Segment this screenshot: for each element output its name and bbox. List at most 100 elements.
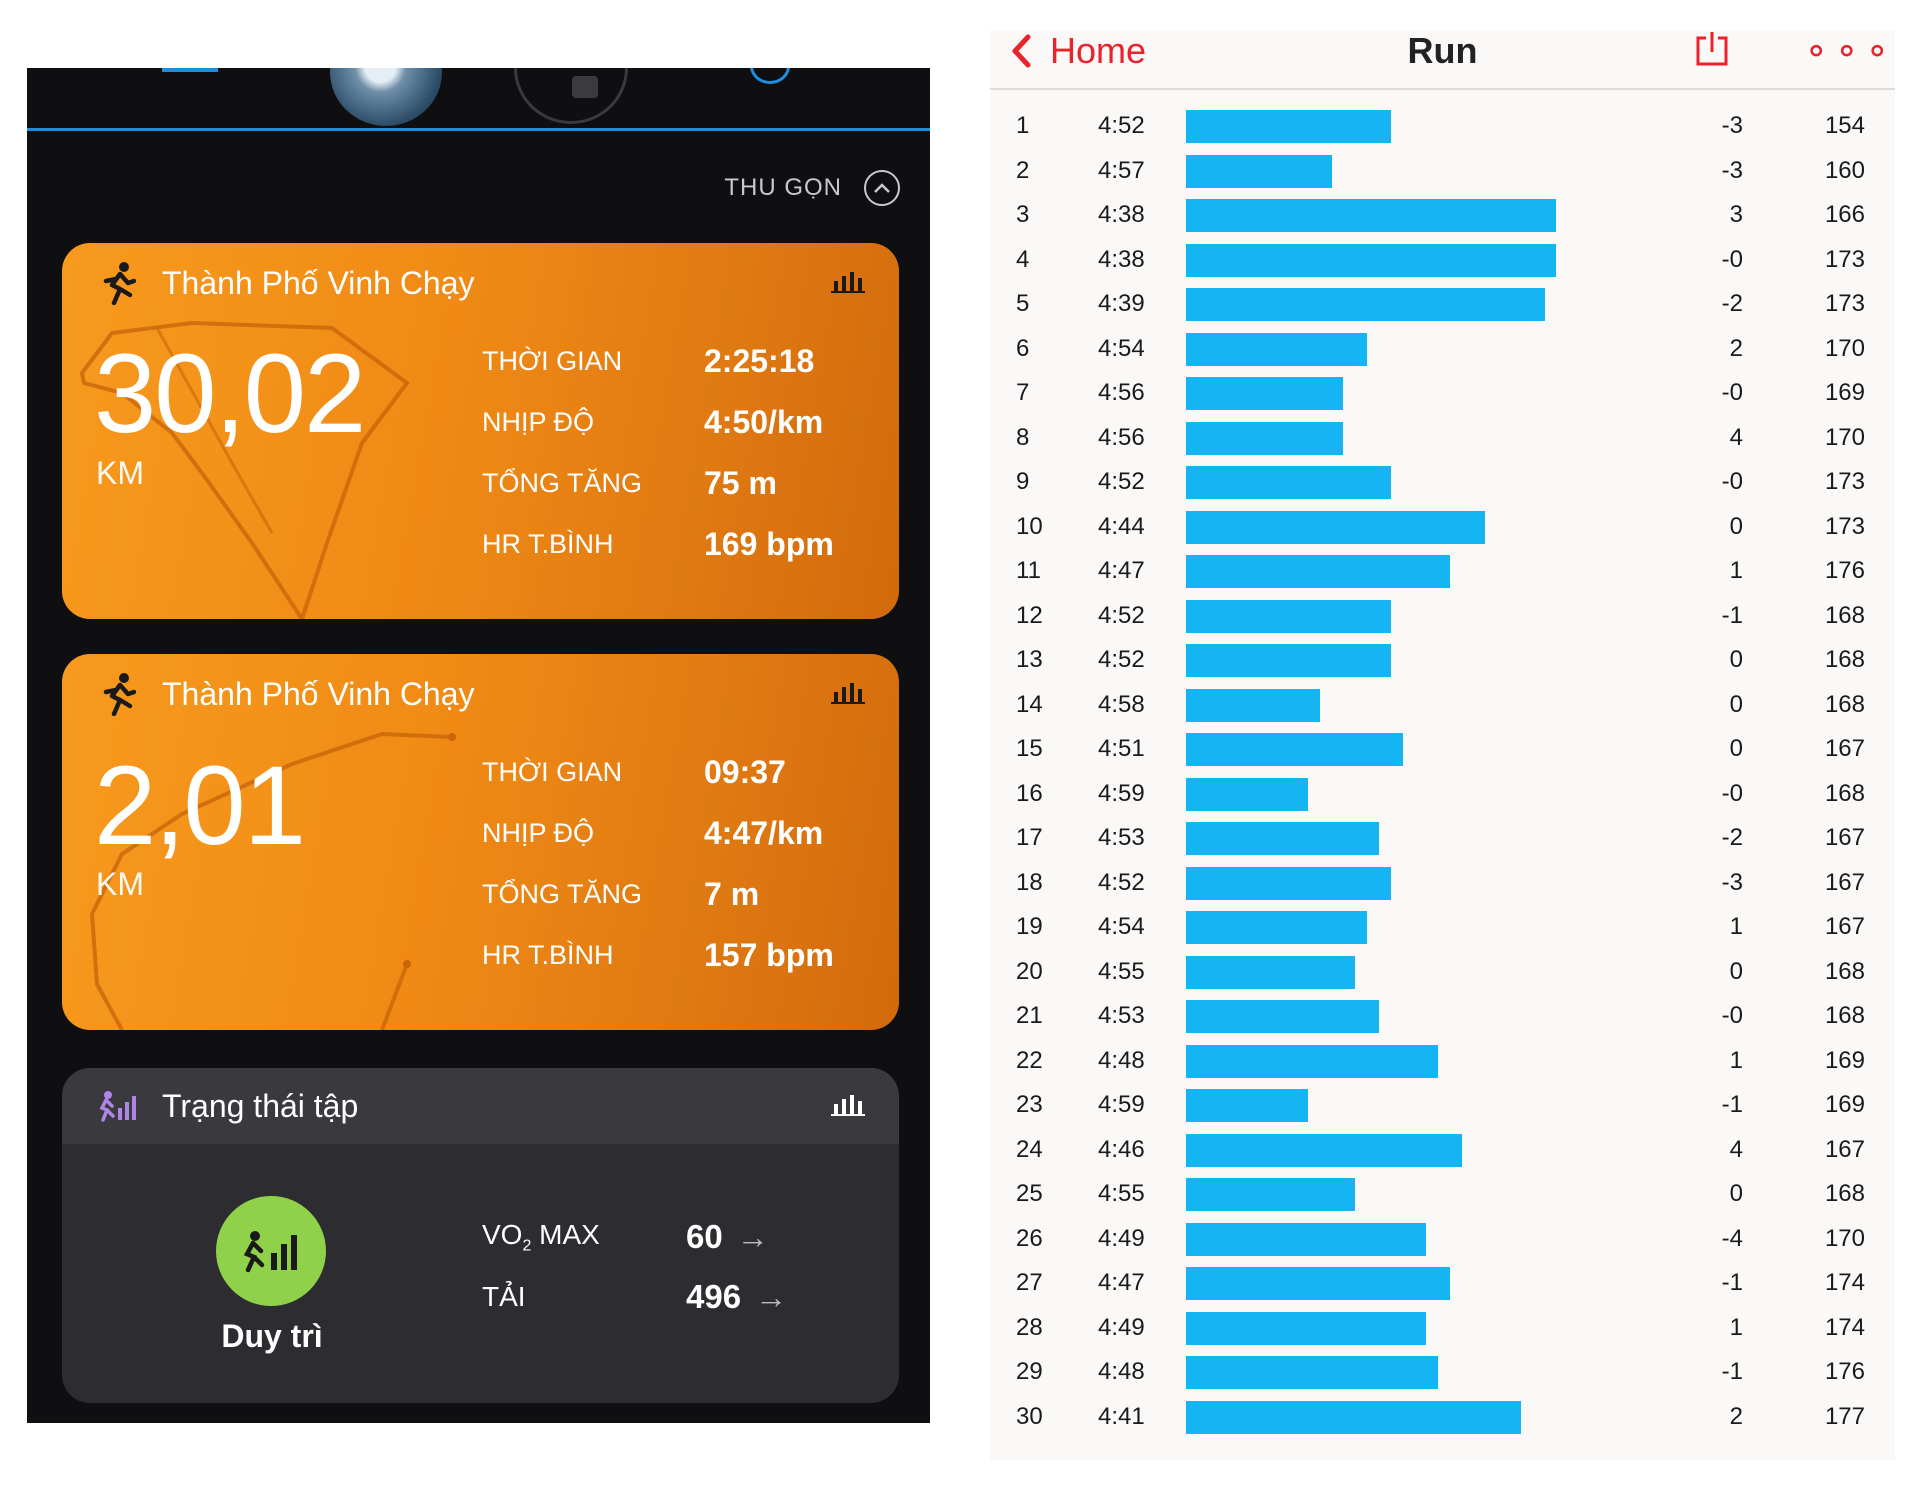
split-pace: 4:49 — [1098, 1224, 1145, 1252]
split-pace: 4:41 — [1098, 1402, 1145, 1430]
split-row[interactable]: 15 4:51 0 167 — [990, 727, 1895, 772]
split-row[interactable]: 20 4:55 0 168 — [990, 950, 1895, 995]
pace-bar — [1186, 1222, 1426, 1256]
split-pace: 4:52 — [1098, 601, 1145, 629]
split-row[interactable]: 19 4:54 1 167 — [990, 905, 1895, 950]
pace-bar — [1186, 377, 1343, 410]
split-row[interactable]: 1 4:52 -3 154 — [990, 104, 1895, 149]
split-elevation: 2 — [1729, 334, 1743, 362]
training-status-card[interactable]: Trạng thái tập Duy trì VO2 MAX 60 → TẢI … — [62, 1068, 899, 1403]
stat-label: THỜI GIAN — [482, 346, 623, 376]
vo2max-row[interactable]: VO2 MAX 60 → — [482, 1218, 769, 1256]
split-row[interactable]: 18 4:52 -3 167 — [990, 861, 1895, 906]
split-pace: 4:55 — [1098, 957, 1145, 985]
pace-bar — [1186, 466, 1391, 499]
more-options-icon[interactable]: ⚬⚬⚬ — [1802, 32, 1893, 72]
split-row[interactable]: 16 4:59 -0 168 — [990, 772, 1895, 817]
stat-label: HR T.BÌNH — [482, 529, 614, 559]
vo2max-value: 60 — [686, 1218, 723, 1255]
activity-stats: THỜI GIAN 2:25:18 NHỊP ĐỘ 4:50/km TỔNG T… — [482, 331, 882, 575]
run-splits-panel: Home Run ⚬⚬⚬ 1 4:52 -3 154 2 4:57 -3 160 3 4:38 3 1… — [990, 30, 1895, 1460]
split-km: 10 — [1016, 512, 1043, 540]
collapse-button[interactable]: THU GỌN — [724, 170, 900, 206]
split-pace: 4:48 — [1098, 1358, 1145, 1385]
split-row[interactable]: 9 4:52 -0 173 — [990, 460, 1895, 505]
activity-card[interactable]: Thành Phố Vinh Chạy 30,02 KM THỜI GIAN 2… — [62, 243, 899, 619]
split-row[interactable]: 13 4:52 0 168 — [990, 638, 1895, 683]
split-row[interactable]: 8 4:56 4 170 — [990, 416, 1895, 461]
split-pace: 4:56 — [1098, 423, 1145, 451]
arrow-right-icon: → — [736, 1218, 769, 1255]
split-row[interactable]: 10 4:44 0 173 — [990, 505, 1895, 550]
split-km: 1 — [1016, 112, 1030, 139]
split-heart-rate: 169 — [1824, 379, 1865, 406]
training-status-title: Trạng thái tập — [162, 1087, 359, 1124]
load-value: 496 — [686, 1278, 742, 1315]
activity-card[interactable]: Thành Phố Vinh Chạy 2,01 KM THỜI GIAN 09… — [62, 654, 899, 1030]
split-km: 29 — [1016, 1358, 1043, 1385]
split-row[interactable]: 6 4:54 2 170 — [990, 327, 1895, 372]
split-row[interactable]: 30 4:41 2 177 — [990, 1395, 1895, 1440]
split-km: 5 — [1016, 290, 1030, 317]
split-row[interactable]: 26 4:49 -4 170 — [990, 1217, 1895, 1262]
split-row[interactable]: 4 4:38 -0 173 — [990, 238, 1895, 283]
split-row[interactable]: 27 4:47 -1 174 — [990, 1261, 1895, 1306]
bar-chart-icon[interactable] — [831, 1092, 865, 1116]
split-row[interactable]: 25 4:55 0 168 — [990, 1172, 1895, 1217]
split-row[interactable]: 12 4:52 -1 168 — [990, 594, 1895, 639]
share-icon[interactable] — [1694, 30, 1730, 68]
split-row[interactable]: 21 4:53 -0 168 — [990, 994, 1895, 1039]
split-row[interactable]: 11 4:47 1 176 — [990, 549, 1895, 594]
split-km: 28 — [1016, 1313, 1043, 1341]
split-elevation: 1 — [1729, 913, 1743, 940]
split-elevation: 1 — [1729, 1046, 1743, 1074]
pace-bar — [1186, 688, 1320, 722]
split-km: 18 — [1016, 868, 1043, 896]
split-heart-rate: 168 — [1824, 779, 1865, 807]
pace-bar — [1186, 822, 1379, 855]
training-status-label: Duy trì — [221, 1318, 323, 1354]
active-tab-indicator — [162, 68, 218, 72]
nav-bar: Home Run ⚬⚬⚬ — [990, 30, 1895, 90]
split-row[interactable]: 28 4:49 1 174 — [990, 1306, 1895, 1351]
pace-bar — [1186, 243, 1556, 277]
stat-value: 09:37 — [704, 754, 786, 790]
stat-value: 7 m — [704, 876, 760, 912]
split-elevation: 0 — [1729, 690, 1743, 718]
split-elevation: -1 — [1721, 601, 1743, 629]
split-km: 12 — [1016, 601, 1043, 629]
load-row[interactable]: TẢI 496 → — [482, 1278, 787, 1316]
split-heart-rate: 154 — [1824, 112, 1865, 139]
split-row[interactable]: 14 4:58 0 168 — [990, 683, 1895, 728]
vo2-label-text: VO — [482, 1218, 523, 1250]
bar-chart-icon[interactable] — [831, 680, 865, 704]
split-row[interactable]: 3 4:38 3 166 — [990, 193, 1895, 238]
bar-chart-icon[interactable] — [831, 269, 865, 293]
training-status-header: Trạng thái tập — [62, 1068, 899, 1144]
split-row[interactable]: 29 4:48 -1 176 — [990, 1350, 1895, 1395]
pace-bar — [1186, 555, 1450, 588]
arrow-right-icon: → — [755, 1278, 788, 1315]
split-heart-rate: 173 — [1824, 512, 1865, 540]
split-row[interactable]: 5 4:39 -2 173 — [990, 282, 1895, 327]
split-elevation: -0 — [1721, 468, 1743, 495]
split-elevation: -3 — [1721, 156, 1743, 184]
split-row[interactable]: 17 4:53 -2 167 — [990, 816, 1895, 861]
stat-value: 4:50/km — [704, 404, 824, 440]
split-pace: 4:56 — [1098, 379, 1145, 406]
split-pace: 4:59 — [1098, 779, 1145, 807]
stat-row-ascent: TỔNG TĂNG 75 m — [482, 453, 882, 514]
split-row[interactable]: 7 4:56 -0 169 — [990, 371, 1895, 416]
running-icon — [103, 673, 136, 716]
split-row[interactable]: 22 4:48 1 169 — [990, 1039, 1895, 1084]
maintaining-icon — [243, 1231, 297, 1273]
split-row[interactable]: 23 4:59 -1 169 — [990, 1083, 1895, 1128]
split-km: 17 — [1016, 824, 1043, 851]
split-elevation: 0 — [1729, 957, 1743, 985]
split-row[interactable]: 24 4:46 4 167 — [990, 1128, 1895, 1173]
running-icon — [103, 262, 136, 305]
split-row[interactable]: 2 4:57 -3 160 — [990, 149, 1895, 194]
stat-value: 4:47/km — [704, 815, 824, 851]
split-pace: 4:47 — [1098, 1269, 1145, 1296]
split-km: 26 — [1016, 1224, 1043, 1252]
